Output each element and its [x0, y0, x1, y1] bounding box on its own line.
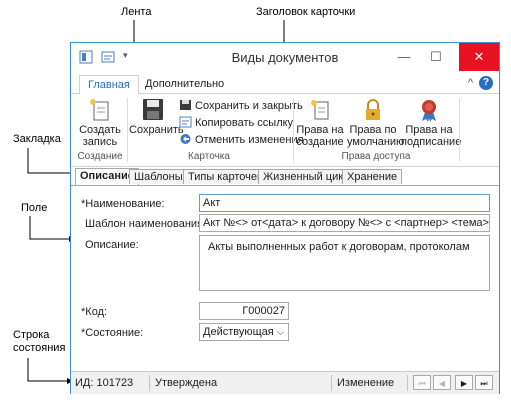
state-label: *Состояние:	[81, 327, 144, 339]
cancel-changes-label: Отменить изменения	[195, 134, 304, 146]
name-label: *Наименование:	[81, 198, 165, 210]
new-document-icon	[87, 98, 113, 122]
nav-first-button[interactable]: ⏮	[413, 375, 431, 390]
seal-icon	[416, 98, 442, 122]
tab-main[interactable]: Главная	[79, 75, 139, 95]
rights-default-button[interactable]: Права по умолчанию	[347, 98, 405, 148]
callout-field: Поле	[21, 202, 48, 214]
minimize-button[interactable]: —	[389, 43, 419, 71]
nav-last-button[interactable]: ⏭	[475, 375, 493, 390]
callout-status-bar: Строка состояния	[13, 329, 66, 354]
ribbon-tabs: Главная Дополнительно ^ ?	[71, 73, 499, 95]
title-bar: ▾ Виды документов — ☐ ✕	[71, 43, 499, 73]
callout-ribbon: Лента	[121, 6, 152, 18]
nav-next-button[interactable]: ▶	[455, 375, 473, 390]
callout-bookmark: Закладка	[13, 133, 61, 145]
copy-link-button[interactable]: Копировать ссылку	[179, 115, 293, 131]
nav-prev-button[interactable]: ◀	[433, 375, 451, 390]
template-field[interactable]: Акт №<> от<дата> к договору №<> с <партн…	[199, 214, 490, 232]
tab-storage[interactable]: Хранение	[342, 169, 403, 184]
close-button[interactable]: ✕	[459, 43, 499, 71]
group-separator	[293, 98, 294, 162]
code-field[interactable]: Г000027	[199, 302, 289, 320]
status-separator	[149, 375, 150, 391]
template-label: Шаблон наименования:	[85, 218, 207, 230]
state-select[interactable]: Действующая ⌵	[199, 323, 289, 341]
save-close-button[interactable]: Сохранить и закрыть	[179, 98, 303, 114]
ribbon: Создать запись Создание Сохранить Сохран…	[71, 94, 499, 167]
status-separator	[407, 375, 408, 391]
copy-link-label: Копировать ссылку	[195, 117, 294, 129]
tab-lifecycle[interactable]: Жизненный цикл	[258, 169, 355, 184]
group-separator	[459, 98, 460, 162]
link-icon	[179, 116, 192, 128]
floppy-disk-icon	[140, 98, 166, 122]
description-label: Описание:	[85, 239, 139, 251]
code-label: *Код:	[81, 306, 108, 318]
rights-create-button[interactable]: Права на создание	[295, 98, 345, 148]
status-mode: Изменение	[337, 377, 395, 389]
tab-extra[interactable]: Дополнительно	[137, 75, 232, 93]
rights-sign-button[interactable]: Права на подписание	[401, 98, 462, 148]
cancel-changes-button[interactable]: Отменить изменения	[179, 132, 304, 148]
group-card-label: Карточка	[188, 151, 230, 162]
save-label: Сохранить	[129, 124, 184, 136]
status-separator	[331, 375, 332, 391]
status-bar: ИД: 101723 Утверждена Изменение ⏮ ◀ ▶ ⏭	[71, 371, 499, 394]
rights-sign-label: Права на подписание	[401, 124, 462, 148]
undo-icon	[179, 133, 192, 145]
tab-card-types[interactable]: Типы карточек	[183, 169, 267, 184]
name-field[interactable]: Акт	[199, 194, 490, 212]
rights-create-label: Права на создание	[296, 124, 344, 148]
create-record-button[interactable]: Создать запись	[77, 98, 123, 148]
callout-card-title: Заголовок карточки	[256, 6, 356, 18]
create-record-label: Создать запись	[79, 124, 121, 148]
save-button[interactable]: Сохранить	[129, 98, 184, 136]
group-separator	[127, 98, 128, 162]
form-tabs: Описание Шаблоны Типы карточек Жизненный…	[71, 167, 499, 186]
maximize-button[interactable]: ☐	[421, 43, 451, 71]
status-id: ИД: 101723	[75, 377, 134, 389]
lock-icon	[360, 98, 386, 122]
state-value: Действующая	[203, 326, 274, 338]
save-close-icon	[179, 99, 192, 111]
save-close-label: Сохранить и закрыть	[195, 100, 303, 112]
create-rights-icon	[307, 98, 333, 122]
group-create-label: Создание	[77, 151, 123, 162]
card-window: ▾ Виды документов — ☐ ✕ Главная Дополнит…	[70, 42, 500, 394]
description-field[interactable]: Акты выполненных работ к договорам, прот…	[199, 235, 490, 291]
group-access-label: Права доступа	[341, 151, 411, 162]
collapse-ribbon-icon[interactable]: ^	[468, 77, 473, 89]
help-icon[interactable]: ?	[479, 76, 493, 90]
tab-templates[interactable]: Шаблоны	[129, 169, 188, 184]
rights-default-label: Права по умолчанию	[347, 124, 405, 148]
status-state: Утверждена	[155, 377, 218, 389]
chevron-down-icon: ⌵	[277, 327, 284, 337]
